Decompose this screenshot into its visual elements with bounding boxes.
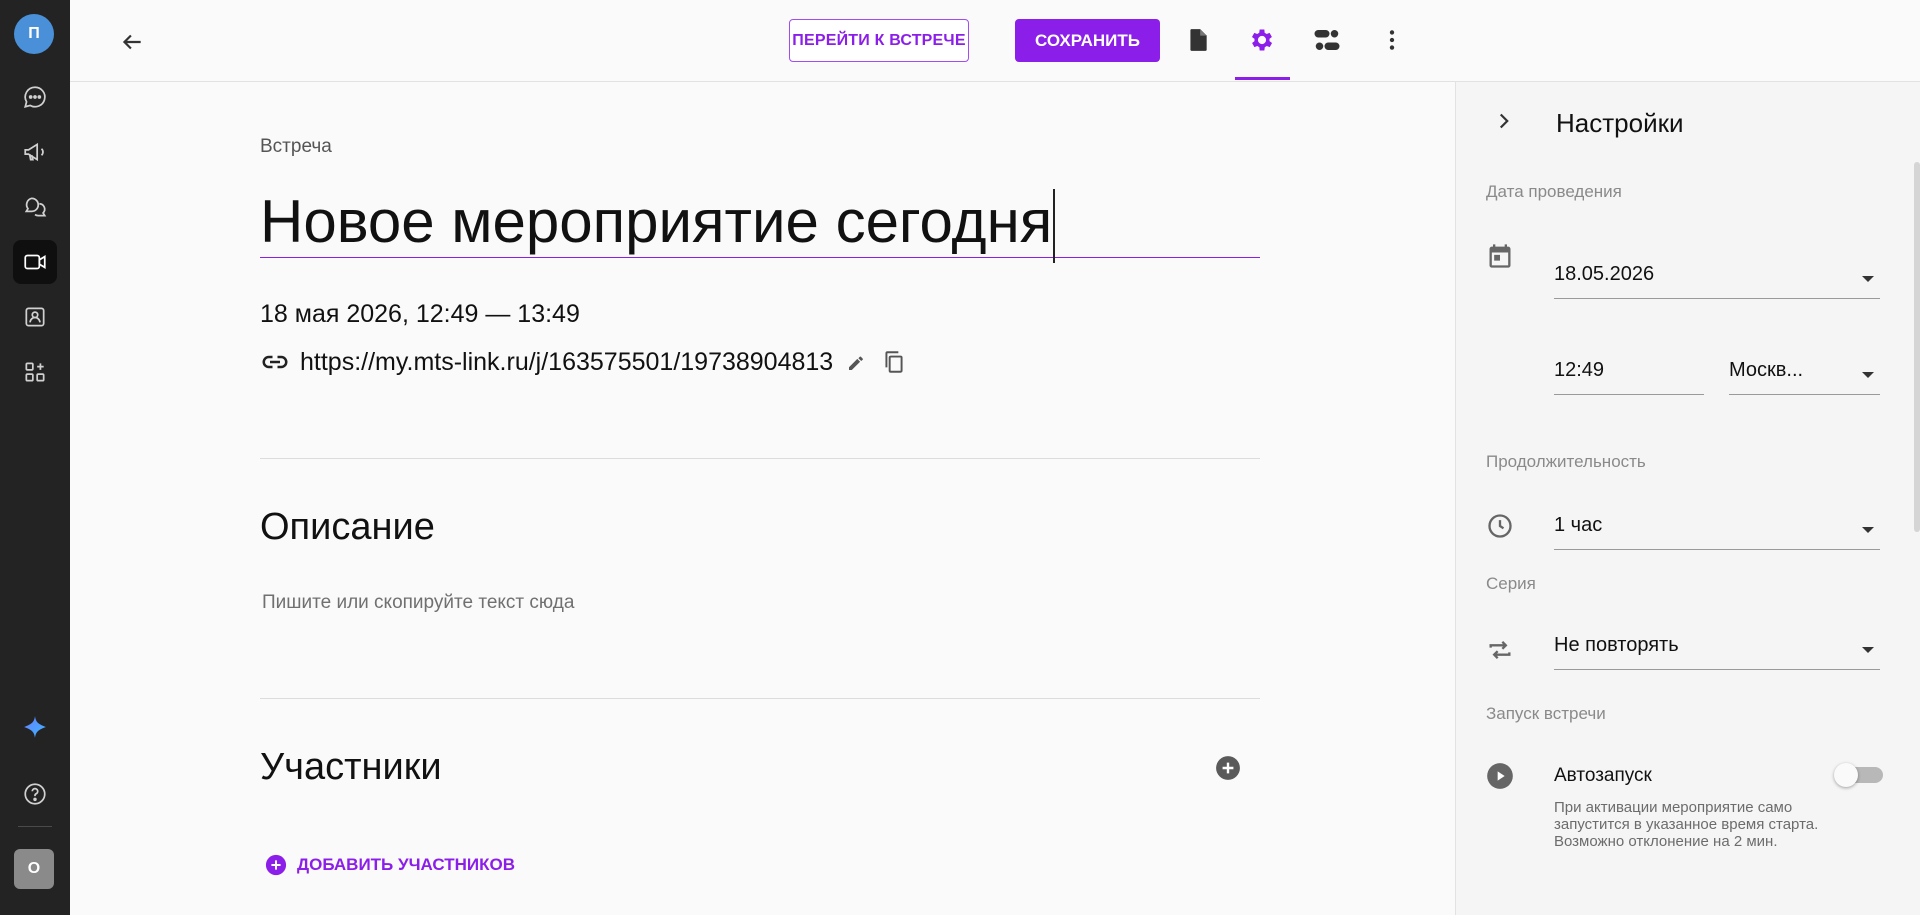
event-editor: Встреча Новое мероприятие сегодня 18 мая… xyxy=(70,82,1455,915)
megaphone-icon xyxy=(24,142,44,162)
edit-link-button[interactable] xyxy=(845,350,869,374)
pencil-icon xyxy=(849,356,864,370)
plus-circle-icon xyxy=(265,854,287,876)
save-button[interactable]: СОХРАНИТЬ xyxy=(1015,19,1160,62)
arrow-left-icon xyxy=(122,34,141,50)
rail-divider xyxy=(18,826,52,827)
duration-select[interactable]: 1 час xyxy=(1554,492,1880,550)
dropdown-arrow-icon xyxy=(1862,647,1874,653)
toggle-knob xyxy=(1834,763,1858,787)
event-type-label: Встреча xyxy=(260,136,332,157)
add-participants-button[interactable]: ДОБАВИТЬ УЧАСТНИКОВ xyxy=(265,854,515,876)
chat-icon xyxy=(24,86,46,108)
chevron-right-icon xyxy=(1499,113,1509,129)
help-button[interactable] xyxy=(13,772,57,816)
meeting-link-row: https://my.mts-link.ru/j/163575501/19738… xyxy=(260,347,907,377)
time-input[interactable]: 12:49 xyxy=(1554,337,1704,395)
settings-tab-button[interactable] xyxy=(1242,20,1282,60)
repeat-icon xyxy=(1486,636,1514,669)
series-value: Не повторять xyxy=(1554,634,1679,656)
apps-icon xyxy=(25,362,45,382)
gear-icon xyxy=(1251,29,1273,51)
event-datetime[interactable]: 18 мая 2026, 12:49 — 13:49 xyxy=(260,300,580,329)
chat-nav-button[interactable] xyxy=(13,75,57,119)
contact-card-icon xyxy=(25,307,45,327)
help-icon xyxy=(24,783,46,805)
date-label: Дата проведения xyxy=(1486,182,1622,201)
contacts-nav-button[interactable] xyxy=(13,295,57,339)
broadcast-nav-button[interactable] xyxy=(13,130,57,174)
autostart-help-text: При активации мероприятие само запуститс… xyxy=(1554,799,1819,850)
apps-nav-button[interactable] xyxy=(13,350,57,394)
add-participants-label: ДОБАВИТЬ УЧАСТНИКОВ xyxy=(297,855,515,874)
video-icon xyxy=(24,254,46,270)
meetings-nav-button[interactable] xyxy=(13,240,57,284)
description-input[interactable]: Пишите или скопируйте текст сюда xyxy=(262,592,574,614)
toggles-icon xyxy=(1314,30,1340,50)
copy-icon xyxy=(885,351,903,373)
date-select[interactable]: 18.05.2026 xyxy=(1554,242,1880,299)
meeting-link[interactable]: https://my.mts-link.ru/j/163575501/19738… xyxy=(300,348,833,377)
user-avatar[interactable]: О xyxy=(14,849,54,889)
series-select[interactable]: Не повторять xyxy=(1554,612,1880,670)
settings-panel: Настройки Дата проведения 18.05.2026 12:… xyxy=(1455,82,1920,915)
calendar-icon xyxy=(1486,242,1514,275)
date-value: 18.05.2026 xyxy=(1554,263,1655,285)
back-button[interactable] xyxy=(112,22,152,62)
ai-assistant-button[interactable] xyxy=(13,705,57,749)
dropdown-arrow-icon xyxy=(1862,276,1874,282)
messages-nav-button[interactable] xyxy=(13,185,57,229)
duration-value: 1 час xyxy=(1554,514,1603,536)
dropdown-arrow-icon xyxy=(1862,372,1874,378)
more-vertical-icon xyxy=(1389,30,1395,50)
add-participant-icon-button[interactable] xyxy=(1215,755,1241,786)
more-options-button[interactable] xyxy=(1372,20,1412,60)
settings-tab-indicator xyxy=(1235,77,1290,80)
workspace-avatar[interactable]: П xyxy=(14,14,54,54)
timezone-value: Москв... xyxy=(1729,359,1804,381)
time-value: 12:49 xyxy=(1554,359,1605,381)
sparkle-icon xyxy=(24,716,46,738)
play-circle-icon xyxy=(1486,762,1514,795)
settings-title: Настройки xyxy=(1556,108,1684,138)
left-rail: П О xyxy=(0,0,70,915)
autostart-label: Автозапуск xyxy=(1554,765,1652,786)
top-toolbar: ПЕРЕЙТИ К ВСТРЕЧЕ СОХРАНИТЬ xyxy=(70,0,1920,82)
series-label: Серия xyxy=(1486,574,1536,593)
text-caret xyxy=(1053,189,1056,264)
plus-circle-icon xyxy=(1216,756,1240,780)
copy-link-button[interactable] xyxy=(881,349,907,375)
launch-label: Запуск встречи xyxy=(1486,704,1606,723)
link-icon xyxy=(262,355,288,369)
timezone-select[interactable]: Москв... xyxy=(1729,337,1880,395)
duration-label: Продолжительность xyxy=(1486,452,1646,471)
clock-icon xyxy=(1486,512,1514,545)
panel-scrollbar[interactable] xyxy=(1914,162,1920,532)
section-divider xyxy=(260,698,1260,699)
section-divider xyxy=(260,458,1260,459)
dropdown-arrow-icon xyxy=(1862,527,1874,533)
messages-icon xyxy=(24,197,47,217)
layout-button[interactable] xyxy=(1307,20,1347,60)
document-icon xyxy=(1190,29,1207,51)
autostart-toggle[interactable] xyxy=(1834,763,1883,787)
document-button[interactable] xyxy=(1178,20,1218,60)
participants-title: Участники xyxy=(260,746,442,788)
event-title-text: Новое мероприятие сегодня xyxy=(260,188,1053,255)
collapse-panel-button[interactable] xyxy=(1491,108,1517,139)
event-title-input[interactable]: Новое мероприятие сегодня xyxy=(260,187,1260,264)
description-title: Описание xyxy=(260,506,435,548)
go-to-meeting-button[interactable]: ПЕРЕЙТИ К ВСТРЕЧЕ xyxy=(789,19,969,62)
